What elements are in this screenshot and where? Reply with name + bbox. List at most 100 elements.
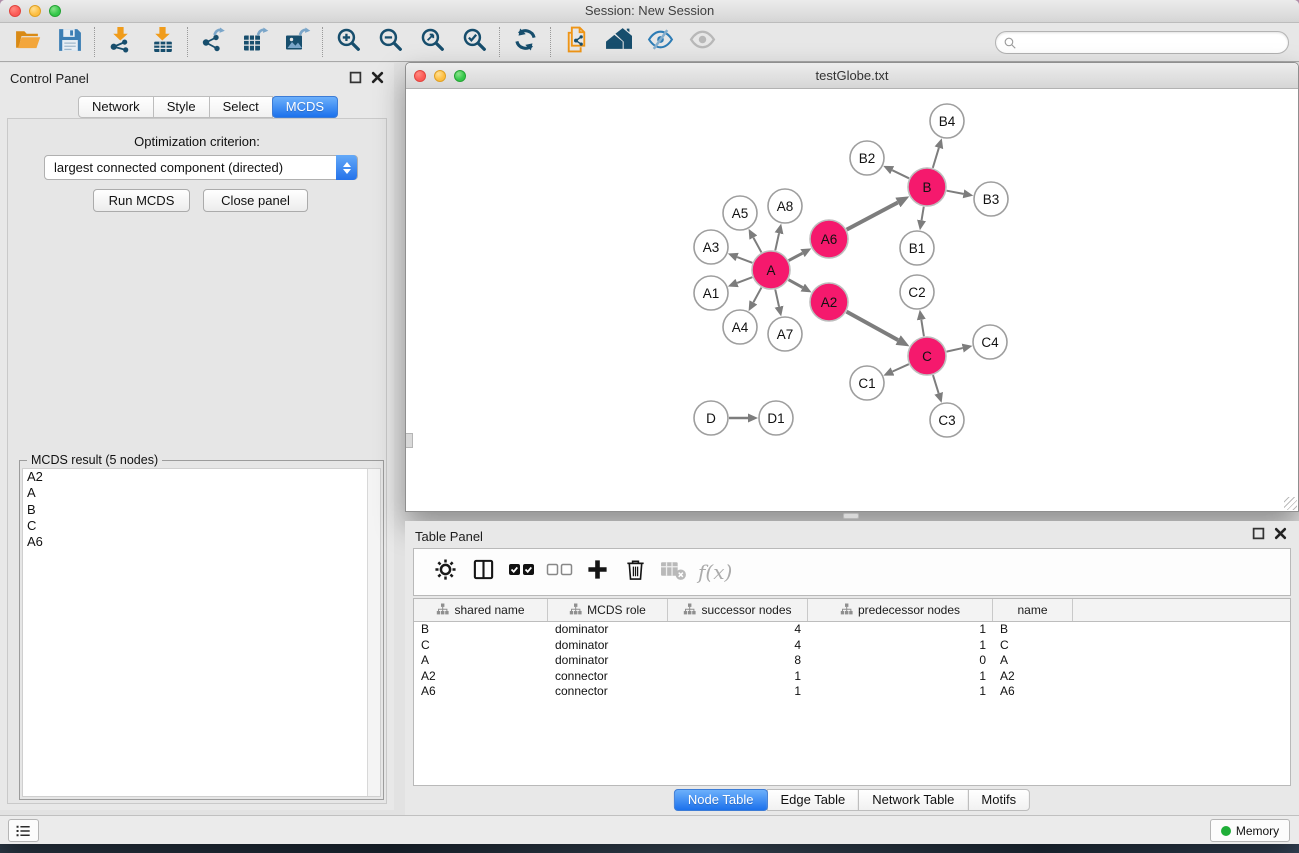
apply-layout-button[interactable] — [504, 26, 546, 58]
show-hidden-button[interactable] — [681, 26, 723, 58]
hide-panels-button[interactable] — [639, 26, 681, 58]
home-view-button[interactable] — [597, 26, 639, 58]
graph-edge-B-B3[interactable] — [947, 191, 964, 194]
graph-edge-A2-C[interactable] — [847, 312, 899, 340]
graph-node-C[interactable]: C — [908, 337, 946, 375]
graph-node-A1[interactable]: A1 — [694, 276, 728, 310]
task-history-button[interactable] — [8, 819, 39, 842]
scrollbar[interactable] — [367, 469, 380, 796]
graph-edge-A-A4[interactable] — [753, 288, 761, 303]
graph-edge-B-B1[interactable] — [922, 207, 924, 221]
delete-column-button[interactable] — [616, 553, 654, 591]
network-canvas[interactable]: B4 B2 B B3 A5 A8A6 B1 A3 A A1 C2 A4 A7A2 C C4 C1 C3 D D1 — [406, 90, 1298, 511]
select-all-columns-button[interactable] — [502, 553, 540, 591]
graph-edge-B-B4[interactable] — [933, 148, 939, 168]
graph-node-B4[interactable]: B4 — [930, 104, 964, 138]
zoom-in-button[interactable] — [327, 26, 369, 58]
graph-edge-A-A3[interactable] — [737, 257, 752, 263]
mcds-result-item[interactable]: A2 — [23, 469, 380, 485]
graph-node-A5[interactable]: A5 — [723, 196, 757, 230]
graph-node-A7[interactable]: A7 — [768, 317, 802, 351]
import-network-button[interactable] — [99, 26, 141, 58]
deselect-all-columns-button[interactable] — [540, 553, 578, 591]
tab-edge-table[interactable]: Edge Table — [766, 789, 859, 811]
graph-node-D1[interactable]: D1 — [759, 401, 793, 435]
tab-select[interactable]: Select — [209, 96, 273, 118]
graph-node-A6[interactable]: A6 — [810, 220, 848, 258]
graph-node-C2[interactable]: C2 — [900, 275, 934, 309]
graph-node-B[interactable]: B — [908, 168, 946, 206]
mcds-result-item[interactable]: A — [23, 485, 380, 501]
export-table-button[interactable] — [234, 26, 276, 58]
graph-edge-A6-B[interactable] — [847, 202, 898, 229]
graph-node-D[interactable]: D — [694, 401, 728, 435]
zoom-fit-button[interactable] — [411, 26, 453, 58]
tab-motifs[interactable]: Motifs — [967, 789, 1030, 811]
graph-node-A8[interactable]: A8 — [768, 189, 802, 223]
table-row[interactable]: A2connector11A2 — [414, 669, 1290, 685]
add-column-button[interactable] — [578, 553, 616, 591]
column-header-name[interactable]: name — [993, 599, 1073, 621]
function-builder-button[interactable]: f(x) — [698, 560, 732, 584]
export-image-button[interactable] — [276, 26, 318, 58]
graph-edge-C-C3[interactable] — [933, 375, 939, 393]
graph-edge-B-B2[interactable] — [892, 170, 909, 178]
optimization-criterion-select[interactable]: largest connected component (directed) — [44, 155, 358, 180]
splitter-grip[interactable] — [843, 513, 859, 519]
close-table-panel-icon[interactable] — [1274, 527, 1287, 540]
graph-edge-A-A6[interactable] — [789, 253, 803, 260]
table-row[interactable]: Adominator80A — [414, 653, 1290, 669]
graph-node-B1[interactable]: B1 — [900, 231, 934, 265]
run-mcds-button[interactable]: Run MCDS — [93, 189, 190, 212]
graph-node-A2[interactable]: A2 — [810, 283, 848, 321]
float-table-panel-icon[interactable] — [1252, 527, 1265, 540]
graph-node-B3[interactable]: B3 — [974, 182, 1008, 216]
graph-node-A[interactable]: A — [752, 251, 790, 289]
graph-node-A3[interactable]: A3 — [694, 230, 728, 264]
tab-network[interactable]: Network — [78, 96, 154, 118]
tab-mcds[interactable]: MCDS — [272, 96, 338, 118]
graph-edge-C-C4[interactable] — [947, 348, 963, 352]
delete-table-button[interactable] — [654, 553, 692, 591]
graph-edge-A-A5[interactable] — [753, 238, 761, 253]
memory-button[interactable]: Memory — [1210, 819, 1290, 842]
window-resize-grip[interactable] — [1284, 497, 1297, 510]
tab-node-table[interactable]: Node Table — [674, 789, 768, 811]
zoom-selected-button[interactable] — [453, 26, 495, 58]
graph-edge-A-A8[interactable] — [775, 233, 779, 250]
close-panel-button[interactable]: Close panel — [203, 189, 308, 212]
float-panel-icon[interactable] — [349, 71, 362, 84]
graph-node-C4[interactable]: C4 — [973, 325, 1007, 359]
graph-edge-A-A2[interactable] — [789, 280, 803, 288]
table-row[interactable]: Cdominator41C — [414, 638, 1290, 654]
table-row[interactable]: A6connector11A6 — [414, 684, 1290, 700]
column-header-predecessor-nodes[interactable]: predecessor nodes — [808, 599, 993, 621]
graph-node-C1[interactable]: C1 — [850, 366, 884, 400]
canvas-side-handle[interactable] — [406, 433, 413, 448]
toggle-panels-button[interactable] — [464, 553, 502, 591]
open-session-button[interactable] — [6, 26, 48, 58]
save-session-button[interactable] — [48, 26, 90, 58]
mcds-result-item[interactable]: C — [23, 518, 380, 534]
mcds-result-item[interactable]: B — [23, 502, 380, 518]
table-row[interactable]: Bdominator41B — [414, 622, 1290, 638]
tab-style[interactable]: Style — [153, 96, 210, 118]
graph-edge-A-A1[interactable] — [737, 277, 752, 283]
graph-edge-C-C2[interactable] — [921, 320, 924, 337]
graph-node-A4[interactable]: A4 — [723, 310, 757, 344]
column-header-MCDS-role[interactable]: MCDS role — [548, 599, 668, 621]
graph-node-C3[interactable]: C3 — [930, 403, 964, 437]
zoom-out-button[interactable] — [369, 26, 411, 58]
mcds-result-item[interactable]: A6 — [23, 534, 380, 550]
close-panel-icon[interactable] — [371, 71, 384, 84]
graph-node-B2[interactable]: B2 — [850, 141, 884, 175]
table-settings-button[interactable] — [426, 553, 464, 591]
import-table-button[interactable] — [141, 26, 183, 58]
column-header-successor-nodes[interactable]: successor nodes — [668, 599, 808, 621]
export-network-button[interactable] — [192, 26, 234, 58]
search-input[interactable] — [1017, 34, 1288, 52]
graph-edge-A-A7[interactable] — [775, 290, 779, 307]
clone-network-button[interactable] — [555, 26, 597, 58]
column-header-shared-name[interactable]: shared name — [414, 599, 548, 621]
tab-network-table[interactable]: Network Table — [858, 789, 968, 811]
